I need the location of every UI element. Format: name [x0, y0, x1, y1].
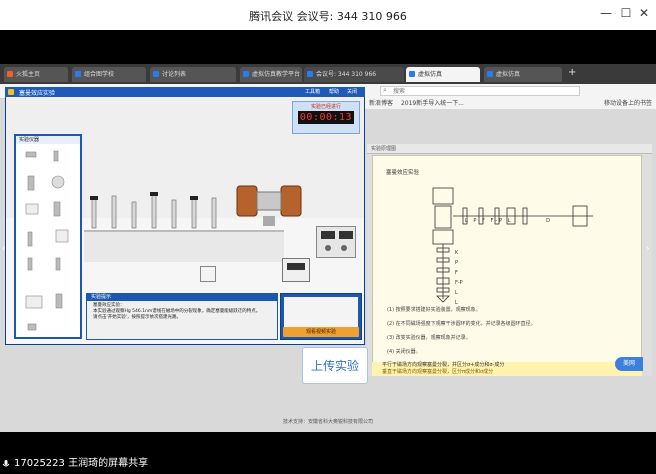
optical-components[interactable] [86, 192, 236, 236]
tab-virtual-platform[interactable]: 虚拟仿真教学平台 [240, 67, 302, 82]
page-icon [75, 71, 81, 77]
meeting-title: 腾讯会议 会议号: 344 310 966 [249, 10, 407, 23]
page-footer: 技术支持：安徽省科大奥锐科技有限公司 [282, 419, 373, 425]
tab-active-sim[interactable]: 虚拟仿真 [406, 67, 480, 82]
doc-heading: 塞曼效应实验 [386, 170, 420, 176]
schematic-labels-col: K P F F-P L L [455, 250, 463, 306]
doc-line: (3) 改变实验仪器，观察现象并记录。 [387, 335, 471, 341]
screen-share-status: 17025223 王润琦的屏幕共享 [0, 454, 656, 474]
search-icon: ⌕ [383, 86, 387, 94]
doc-line: (2) 在不同磁场强度下观察干涉圆环的变化，并记录各级圆环直径。 [387, 321, 536, 327]
app-icon [8, 89, 14, 95]
maximize-button[interactable]: ☐ [618, 6, 634, 20]
meter-display [287, 263, 305, 270]
share-status-text: 17025223 王润琦的屏幕共享 [14, 458, 149, 469]
highlight-note: 平行于磁场方向观察塞曼分裂，并区分σ+成分和σ-成分 垂直于磁场方向观察塞曼分裂… [372, 362, 642, 376]
knob-icon[interactable] [325, 245, 331, 251]
timer-label: 实验已经进行 [310, 104, 341, 110]
power-supply[interactable] [316, 226, 356, 258]
timer-panel: 实验已经进行 00:00:13 [292, 101, 360, 134]
menu-help[interactable]: 帮助 [329, 88, 339, 95]
electromagnet[interactable] [233, 180, 305, 226]
document-page: 塞曼效应实验 L P F F-P L D K P F F-P L L (1) 按… [372, 155, 642, 376]
zeeman-schematic [432, 187, 593, 303]
dialog-line: 请点击'开始实验'，按照提示依次搭建光路。 [93, 315, 181, 320]
tab-discussion[interactable]: 讨论列表 [150, 67, 236, 82]
teslameter[interactable] [282, 258, 310, 282]
palette-title: 实验仪器 [16, 136, 80, 144]
tab-sim-2[interactable]: 虚拟仿真 [484, 67, 562, 82]
upload-experiment-button[interactable]: 上传实验 [302, 347, 368, 384]
chevron-right-icon[interactable]: › [646, 244, 650, 254]
new-tab-icon[interactable]: + [568, 67, 576, 78]
instrument-icons[interactable] [18, 146, 78, 336]
page-icon [307, 71, 313, 77]
page-icon [409, 71, 415, 77]
sim-title: 塞曼效应实验 [19, 90, 56, 97]
timer-value: 00:00:13 [298, 111, 354, 124]
supply-display [321, 231, 335, 239]
bookmark-item[interactable]: 2019新手导入统一下... [401, 100, 464, 107]
browser-tab-strip: 火狐主页 组合图学校 讨论列表 虚拟仿真教学平台 会议号: 344 310 96… [0, 64, 656, 84]
supply-display [339, 231, 353, 239]
tab-school[interactable]: 组合图学校 [72, 67, 146, 82]
search-input[interactable]: 搜索 [380, 86, 580, 96]
instrument-palette: 实验仪器 [14, 134, 82, 339]
knob-icon[interactable] [341, 245, 347, 251]
lamp-box[interactable] [200, 266, 216, 282]
share-button[interactable]: 美网 [615, 357, 643, 371]
menu-toolbox[interactable]: 工具箱 [305, 88, 320, 95]
doc-line: (1) 按照要求搭建好实验装置，观察现象。 [387, 307, 481, 313]
minimize-button[interactable]: — [598, 6, 614, 20]
close-button[interactable]: ✕ [636, 6, 652, 20]
page-icon [243, 71, 249, 77]
meeting-title-bar: 腾讯会议 会议号: 344 310 966 — ☐ ✕ [0, 0, 656, 30]
schematic-labels-row: L P F F-P L D [465, 218, 553, 224]
bookmarks-bar: 新浪博客 2019新手导入统一下... 移动设备上的书签 [365, 98, 656, 109]
mobile-bookmarks[interactable]: 移动设备上的书签 [604, 98, 652, 109]
chevron-left-icon[interactable]: ‹ [2, 244, 6, 254]
microphone-icon [2, 460, 10, 467]
bookmark-item[interactable]: 新浪博客 [369, 100, 393, 107]
tab-home[interactable]: 火狐主页 [4, 67, 68, 82]
menu-close[interactable]: 关闭 [347, 88, 357, 95]
dialog-title: 实验提示 [87, 294, 277, 301]
firefox-icon [7, 71, 13, 77]
page-icon [153, 71, 159, 77]
tab-meeting[interactable]: 会议号: 344 310 966 [304, 67, 404, 82]
watch-video-button[interactable]: 观看视频实验 [283, 327, 359, 337]
page-icon [487, 71, 493, 77]
sim-title-bar: 塞曼效应实验 工具箱 帮助 关闭 [5, 87, 365, 97]
doc-line: (4) 关闭仪器。 [387, 349, 421, 355]
sim-hint-dialog: 实验提示 塞曼效应实验： 本实验通过观察Hg 546.1nm谱线在磁场中的分裂现… [86, 293, 278, 340]
document-bar: 实验原理图 [367, 144, 652, 154]
